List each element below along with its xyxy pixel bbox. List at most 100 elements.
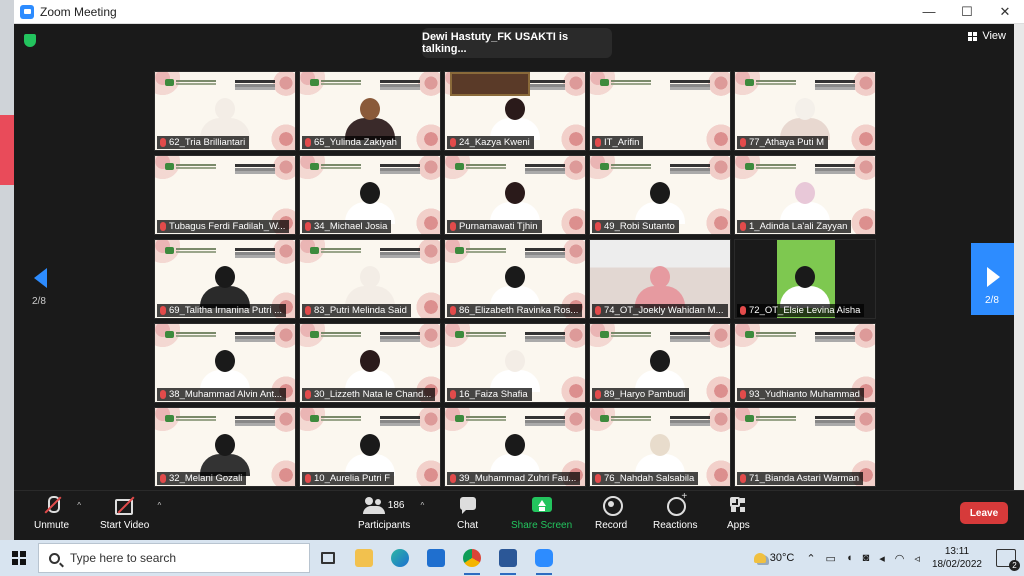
volume-icon[interactable]: ◂ <box>879 552 885 565</box>
view-button[interactable]: View <box>968 30 1006 42</box>
event-banner-text <box>525 332 565 335</box>
participant-tile[interactable]: 30_Lizzeth Nata le Chand... <box>299 323 441 403</box>
participant-tile[interactable]: Tubagus Ferdi Fadilah_W... <box>154 155 296 235</box>
participant-head <box>360 350 380 372</box>
participant-tile[interactable]: 74_OT_Joekly Wahidan M... <box>589 239 731 319</box>
minimize-button[interactable]: — <box>910 0 948 24</box>
unmute-button[interactable]: Unmute ^ <box>34 495 81 531</box>
share-screen-button[interactable]: Share Screen <box>511 495 572 531</box>
task-view-button[interactable] <box>310 540 346 576</box>
desktop-background-left <box>0 0 14 540</box>
chevron-up-icon[interactable]: ⌃ <box>806 552 815 565</box>
share-screen-label: Share Screen <box>511 520 573 531</box>
word-button[interactable] <box>490 540 526 576</box>
taskbar-search[interactable]: Type here to search <box>38 543 310 573</box>
wifi-icon[interactable]: ◠ <box>895 552 905 565</box>
chevron-up-icon[interactable]: ^ <box>420 501 424 510</box>
event-banner-text <box>235 80 275 83</box>
microphone-muted-icon <box>160 306 166 315</box>
participant-tile[interactable]: IT_Arifin <box>589 71 731 151</box>
participant-name-bar: 83_Putri Melinda Said <box>302 304 411 317</box>
participant-name: IT_Arifin <box>604 137 640 148</box>
edge-button[interactable] <box>382 540 418 576</box>
participant-tile[interactable]: 93_Yudhianto Muhammad <box>734 323 876 403</box>
participant-head <box>215 434 235 456</box>
participant-video <box>635 434 685 476</box>
participant-tile[interactable]: 76_Nahdah Salsabila <box>589 407 731 487</box>
faculty-logo-text <box>756 80 796 82</box>
participant-tile[interactable]: 32_Melani Gozali <box>154 407 296 487</box>
speaker-icon[interactable]: ◃ <box>914 552 920 565</box>
participant-tile[interactable]: 38_Muhammad Alvin Ant... <box>154 323 296 403</box>
next-page-button[interactable]: 2/8 <box>971 243 1014 315</box>
microphone-muted-icon <box>740 390 746 399</box>
participant-video <box>635 182 685 224</box>
meeting-toolbar: Unmute ^ Start Video ^ 186 Participants … <box>14 490 1024 540</box>
participant-tile[interactable]: 16_Faiza Shafia <box>444 323 586 403</box>
participant-tile[interactable]: Purnamawati Tjhin <box>444 155 586 235</box>
chevron-up-icon[interactable]: ^ <box>158 501 162 510</box>
faculty-logo-icon <box>745 415 754 422</box>
taskbar-clock[interactable]: 13:11 18/02/2022 <box>932 545 982 571</box>
participant-tile[interactable]: 69_Talitha Irnanina Putri ... <box>154 239 296 319</box>
window-titlebar: Zoom Meeting — ☐ ✕ <box>14 0 1024 24</box>
participant-tile[interactable]: 1_Adinda La'ali Zayyan <box>734 155 876 235</box>
participant-tile[interactable]: 65_Yulinda Zakiyah <box>299 71 441 151</box>
mail-button[interactable] <box>418 540 454 576</box>
participant-tile[interactable]: 49_Robi Sutanto <box>589 155 731 235</box>
chrome-button[interactable] <box>454 540 490 576</box>
participant-tile[interactable]: 39_Muhammad Zuhri Fau... <box>444 407 586 487</box>
participants-button[interactable]: 186 Participants ^ <box>358 495 424 531</box>
participant-name: 83_Putri Melinda Said <box>314 305 407 316</box>
participant-video <box>490 434 540 476</box>
notification-button[interactable]: 2 <box>996 549 1020 571</box>
participant-tile[interactable]: 34_Michael Josia <box>299 155 441 235</box>
microphone-icon[interactable]: ◖ <box>846 552 853 565</box>
zoom-taskbar-button[interactable] <box>526 540 562 576</box>
participant-tile[interactable]: 86_Elizabeth Ravinka Ros... <box>444 239 586 319</box>
participant-tile[interactable]: 10_Aurelia Putri F <box>299 407 441 487</box>
faculty-logo-text <box>611 80 651 82</box>
weather-widget[interactable]: 30°C <box>753 552 794 564</box>
faculty-logo-icon <box>600 331 609 338</box>
participant-name-bar: 89_Haryo Pambudi <box>592 388 690 401</box>
record-button[interactable]: Record <box>595 495 627 531</box>
participant-tile[interactable]: 77_Athaya Puti M <box>734 71 876 151</box>
participant-tile[interactable]: 24_Kazya Kweni <box>444 71 586 151</box>
participant-tile[interactable]: 83_Putri Melinda Said <box>299 239 441 319</box>
maximize-button[interactable]: ☐ <box>948 0 986 24</box>
previous-page-button[interactable]: 2/8 <box>24 264 64 314</box>
participant-name: 34_Michael Josia <box>314 221 388 232</box>
microphone-muted-icon <box>450 474 456 483</box>
microphone-muted-icon <box>595 222 601 231</box>
participant-tile[interactable]: 72_OT_Elsie Levina Aisha <box>734 239 876 319</box>
participant-name: 49_Robi Sutanto <box>604 221 675 232</box>
participant-name: 30_Lizzeth Nata le Chand... <box>314 389 432 400</box>
view-label: View <box>982 30 1006 42</box>
start-video-button[interactable]: Start Video ^ <box>100 495 161 531</box>
participant-name-bar: IT_Arifin <box>592 136 644 149</box>
apps-button[interactable]: Apps <box>727 495 750 531</box>
edge-browser-icon <box>391 549 409 567</box>
event-banner-text <box>235 248 275 251</box>
close-button[interactable]: ✕ <box>986 0 1024 24</box>
camera-icon[interactable]: ◙ <box>863 552 870 565</box>
network-icon[interactable]: ▭ <box>826 552 836 565</box>
participant-tile[interactable]: 71_Bianda Astari Warman <box>734 407 876 487</box>
start-button[interactable] <box>0 540 38 576</box>
chevron-up-icon[interactable]: ^ <box>77 501 81 510</box>
security-shield-icon[interactable] <box>24 34 36 47</box>
microphone-muted-icon <box>740 474 746 483</box>
event-banner-text <box>670 332 710 335</box>
share-screen-icon <box>531 495 552 515</box>
leave-button[interactable]: Leave <box>960 502 1008 524</box>
participant-tile[interactable]: 62_Tria Brilliantari <box>154 71 296 151</box>
participant-name-bar: Purnamawati Tjhin <box>447 220 542 233</box>
event-banner-text <box>235 164 275 167</box>
file-explorer-button[interactable] <box>346 540 382 576</box>
chat-button[interactable]: Chat <box>457 495 478 531</box>
participant-head <box>505 98 525 120</box>
reactions-button[interactable]: Reactions <box>653 491 697 531</box>
participant-tile[interactable]: 89_Haryo Pambudi <box>589 323 731 403</box>
faculty-logo-icon <box>455 163 464 170</box>
